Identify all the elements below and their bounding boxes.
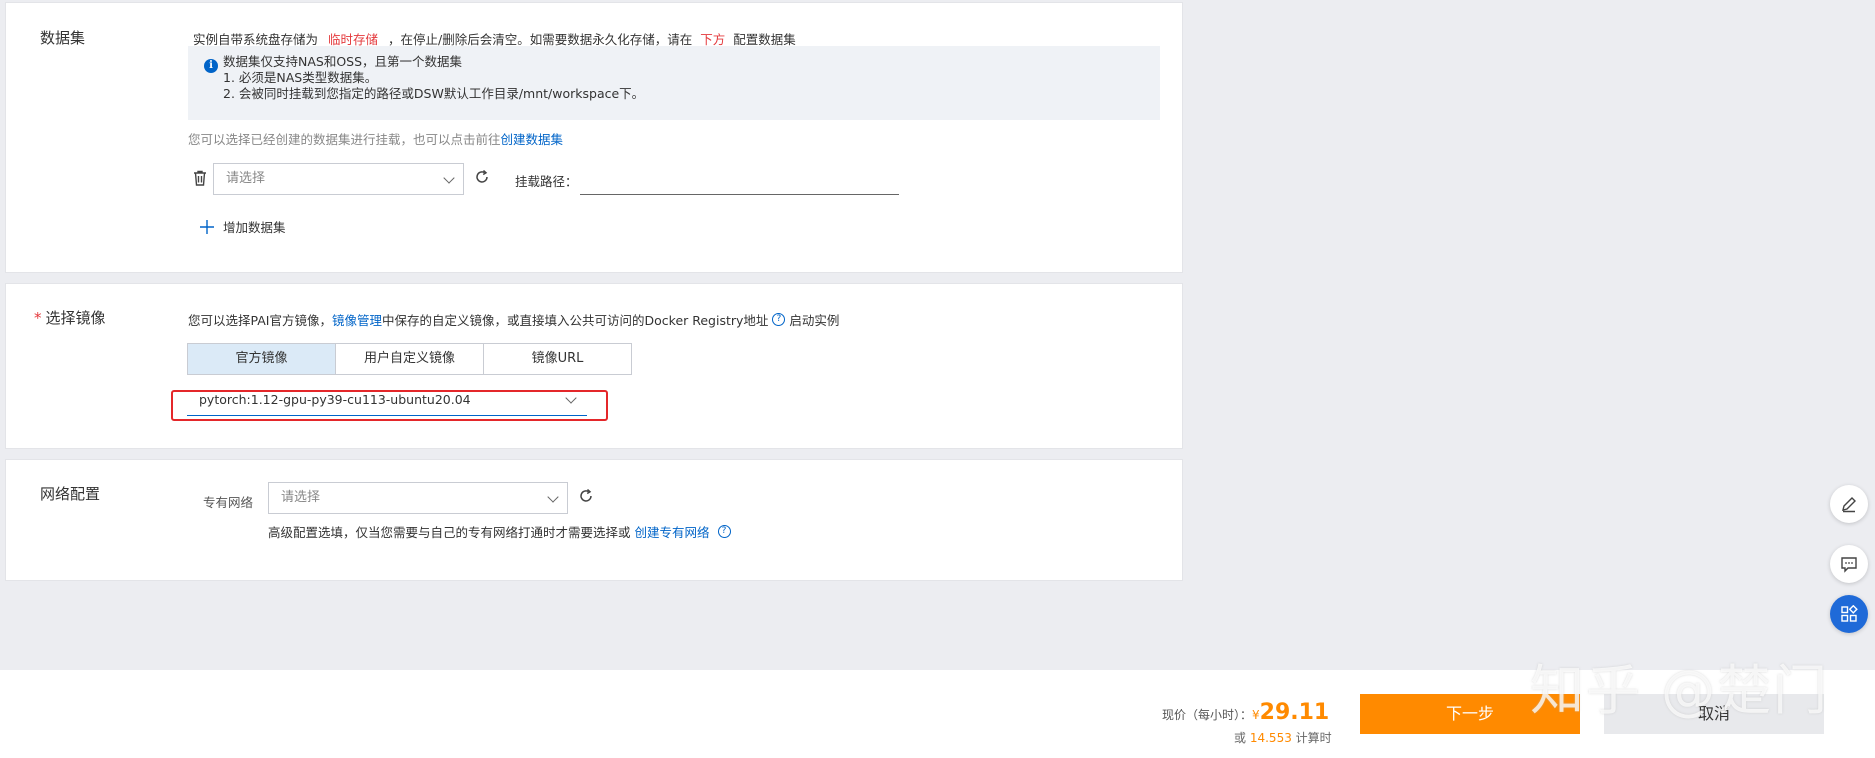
image-section-title: * 选择镜像 (34, 309, 106, 327)
help-icon[interactable]: ? (772, 313, 786, 326)
grid-apps-icon (1841, 605, 1858, 622)
info-line: 2. 会被同时挂载到您指定的路径或DSW默认工作目录/mnt/workspace… (223, 86, 645, 101)
mount-path-label: 挂载路径： (515, 174, 578, 189)
required-mark: * (34, 309, 42, 327)
dataset-hint: 您可以选择已经创建的数据集进行挂载，也可以点击前往创建数据集 (188, 132, 564, 147)
compute-hours: 或 14.553 计算时 (1234, 731, 1332, 745)
dataset-panel: 数据集 实例自带系统盘存储为 临时存储 ，在停止/删除后会清空。如需要数据永久化… (5, 2, 1183, 273)
help-icon[interactable]: ? (717, 525, 731, 538)
price-display: 现价（每小时）： ¥ 29.11 (1162, 700, 1329, 725)
tab-official-image[interactable]: 官方镜像 (187, 343, 336, 375)
create-dataset-link[interactable]: 创建数据集 (501, 132, 564, 147)
create-vpc-link[interactable]: 创建专有网络 (635, 522, 710, 541)
info-line: 1. 必须是NAS类型数据集。 (223, 70, 378, 85)
apps-button[interactable] (1830, 595, 1868, 633)
vpc-label: 专有网络 (203, 495, 254, 510)
network-panel: 网络配置 专有网络 请选择 高级配置选填，仅当您需要与自己的专有网络打通时才需要… (5, 459, 1183, 581)
refresh-icon[interactable] (577, 487, 595, 509)
image-desc: 您可以选择PAI官方镜像， 镜像管理 中保存的自定义镜像，或直接填入公共可访问的… (188, 310, 839, 329)
edit-feedback-button[interactable] (1830, 485, 1868, 523)
info-line: 数据集仅支持NAS和OSS，且第一个数据集 (223, 54, 463, 69)
tab-custom-image[interactable]: 用户自定义镜像 (335, 343, 484, 375)
vpc-select[interactable]: 请选择 (268, 482, 568, 514)
price-value: 29.11 (1259, 700, 1330, 725)
dataset-select[interactable]: 请选择 (213, 163, 464, 195)
network-section-title: 网络配置 (40, 485, 101, 503)
currency-symbol: ¥ (1252, 708, 1260, 722)
chat-button[interactable] (1830, 545, 1868, 583)
watermark-text: 知乎 @楚门 (1530, 659, 1830, 722)
refresh-icon[interactable] (473, 168, 491, 190)
below-text: 下方 (700, 32, 726, 47)
image-source-tabs: 官方镜像 用户自定义镜像 镜像URL (187, 343, 632, 375)
add-dataset-button[interactable]: 增加数据集 (198, 217, 286, 236)
chat-icon (1841, 557, 1857, 573)
chevron-down-icon (547, 491, 559, 503)
image-management-link[interactable]: 镜像管理 (332, 310, 382, 329)
mount-path-input[interactable] (580, 169, 899, 195)
trash-icon[interactable] (191, 169, 209, 191)
pencil-icon (1842, 497, 1856, 513)
tab-image-url[interactable]: 镜像URL (483, 343, 632, 375)
plus-icon (200, 219, 214, 234)
temp-storage-text: 临时存储 (328, 32, 379, 47)
highlight-annotation (171, 390, 608, 421)
info-icon: i (204, 59, 218, 73)
chevron-down-icon (443, 172, 455, 184)
dataset-info-box: i 数据集仅支持NAS和OSS，且第一个数据集 1. 必须是NAS类型数据集。 … (188, 46, 1160, 120)
price-label: 现价（每小时）： (1162, 708, 1253, 722)
dataset-section-title: 数据集 (40, 29, 86, 47)
network-hint: 高级配置选填，仅当您需要与自己的专有网络打通时才需要选择或 创建专有网络 ? (268, 522, 731, 541)
